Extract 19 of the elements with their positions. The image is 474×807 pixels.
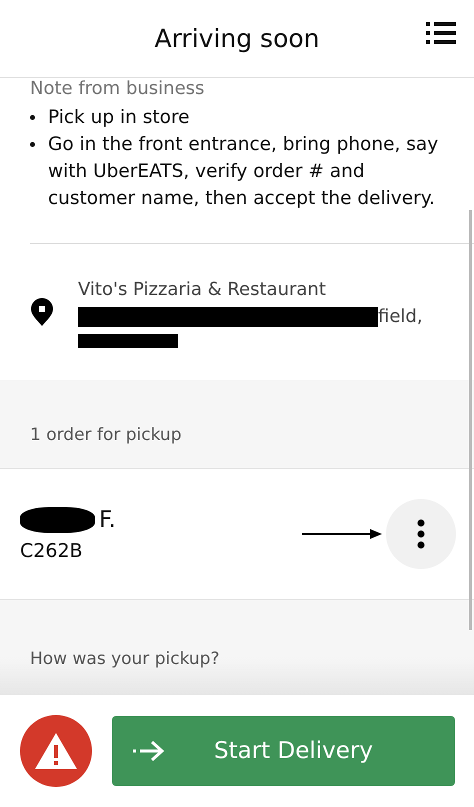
note-heading: Note from business: [30, 78, 206, 100]
list-icon: [426, 20, 456, 45]
restaurant-name: Vito's Pizzaria & Restaurant: [78, 278, 327, 302]
note-item: Pick up in store: [48, 106, 190, 130]
bullet-icon: [30, 115, 35, 120]
more-icon: [417, 519, 425, 549]
bullet-icon: [30, 142, 35, 147]
order-code: C262B: [20, 539, 84, 564]
address-text: field,: [378, 305, 423, 329]
customer-name: F.: [99, 506, 116, 534]
menu-button[interactable]: [426, 20, 456, 45]
start-delivery-button[interactable]: Start Delivery: [112, 716, 455, 786]
header-title: Arriving soon: [154, 22, 320, 55]
feedback-label: How was your pickup?: [30, 648, 220, 671]
note-item: Go in the front entrance, bring phone, say with UberEATS, verify order # and customer name, then accept the delivery.: [48, 133, 440, 211]
section-label: 1 order for pickup: [30, 424, 182, 448]
arrow-right-icon: [132, 739, 166, 763]
location-pin-icon: [30, 297, 54, 327]
warning-icon: [33, 731, 79, 771]
